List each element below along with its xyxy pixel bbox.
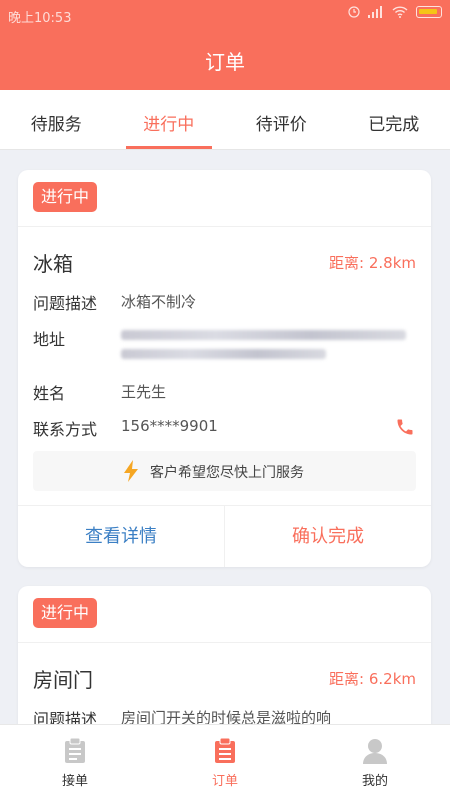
- tab-pending-service[interactable]: 待服务: [0, 90, 113, 149]
- confirm-complete-button[interactable]: 确认完成: [225, 506, 431, 567]
- contact-label: 联系方式: [33, 420, 98, 439]
- nav-item-profile[interactable]: 我的: [300, 725, 450, 800]
- status-bar: 晚上10:53: [0, 0, 450, 30]
- order-card: 进行中 房间门 距离: 6.2km 问题描述 房间门开关的时候总是滋啦的响: [18, 586, 431, 746]
- bottom-navigation: 接单 订单 我的: [0, 724, 450, 800]
- name-value: 王先生: [121, 383, 167, 401]
- tab-pending-review[interactable]: 待评价: [225, 90, 338, 149]
- clipboard-icon: [65, 738, 85, 763]
- nav-item-orders[interactable]: 订单: [150, 725, 300, 800]
- name-label: 姓名: [33, 384, 66, 403]
- nav-label: 我的: [361, 774, 388, 789]
- user-icon: [363, 739, 387, 764]
- status-icons: [348, 6, 442, 18]
- order-status-tabs: 待服务 进行中 待评价 已完成: [0, 90, 450, 150]
- signal-icon: [368, 6, 382, 18]
- view-details-button[interactable]: 查看详情: [18, 506, 225, 567]
- order-actions: 查看详情 确认完成: [18, 505, 431, 567]
- problem-value: 冰箱不制冷: [121, 293, 197, 311]
- order-card: 进行中 冰箱 距离: 2.8km 问题描述 冰箱不制冷 地址 姓名 王先生 联系…: [18, 170, 431, 567]
- nav-label: 接单: [61, 774, 88, 789]
- wifi-icon: [392, 6, 408, 18]
- order-item-name: 冰箱: [33, 252, 73, 276]
- divider: [18, 642, 431, 643]
- order-distance: 距离: 6.2km: [329, 670, 416, 688]
- problem-label: 问题描述: [33, 294, 98, 313]
- phone-value: 156****9901: [121, 417, 218, 435]
- status-badge: 进行中: [33, 598, 98, 628]
- order-list-icon: [215, 738, 235, 763]
- status-badge: 进行中: [33, 182, 98, 212]
- nav-label: 订单: [211, 774, 238, 789]
- address-label: 地址: [33, 330, 66, 349]
- status-time: 晚上10:53: [8, 11, 72, 26]
- order-item-name: 房间门: [33, 668, 93, 692]
- phone-call-icon[interactable]: [395, 417, 415, 437]
- customer-hint: 客户希望您尽快上门服务: [33, 451, 416, 491]
- lightning-icon: [124, 460, 138, 482]
- order-distance: 距离: 2.8km: [329, 254, 416, 272]
- app-header: 晚上10:53 订单: [0, 0, 450, 90]
- tab-in-progress[interactable]: 进行中: [113, 90, 226, 149]
- hint-text: 客户希望您尽快上门服务: [150, 465, 304, 481]
- page-title: 订单: [205, 50, 245, 74]
- tab-completed[interactable]: 已完成: [338, 90, 450, 149]
- nav-item-accept-orders[interactable]: 接单: [0, 725, 150, 800]
- battery-icon: [416, 6, 442, 18]
- alarm-icon: [348, 6, 360, 18]
- address-value-redacted: [121, 330, 411, 368]
- divider: [18, 226, 431, 227]
